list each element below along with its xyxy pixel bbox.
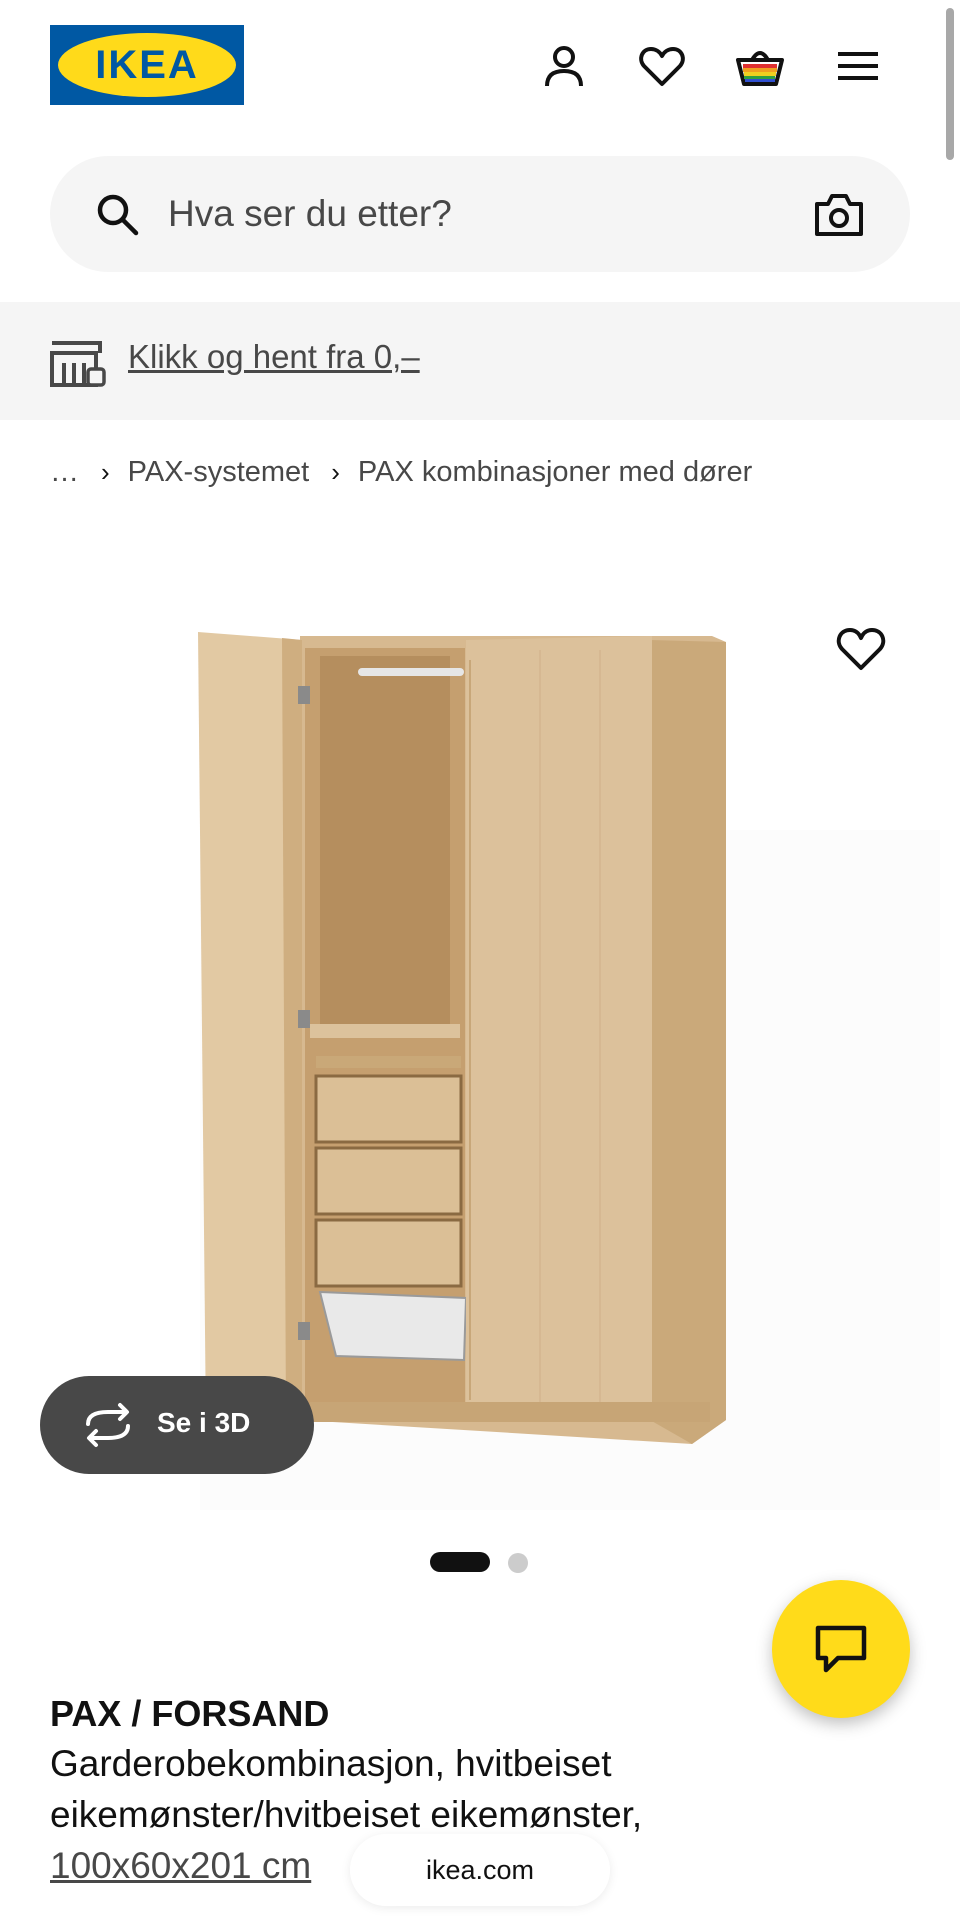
breadcrumb-item-pax-system[interactable]: PAX-systemet — [128, 456, 310, 489]
rotate-3d-icon — [80, 1402, 136, 1448]
breadcrumb-item-pax-combinations[interactable]: PAX kombinasjoner med dører — [358, 456, 752, 489]
breadcrumb-ellipsis[interactable]: … — [50, 456, 79, 489]
pagination-dot[interactable] — [508, 1553, 528, 1573]
search-bar — [50, 156, 910, 272]
profile-icon[interactable] — [538, 40, 590, 92]
view-in-3d-label: Se i 3D — [157, 1407, 251, 1438]
favourite-heart-icon[interactable] — [834, 622, 888, 676]
pagination-dot-active[interactable] — [430, 1552, 490, 1572]
breadcrumb: … › PAX-systemet › PAX kombinasjoner med… — [50, 452, 752, 492]
product-description-line-2: eikemønster/hvitbeiset eikemønster, — [50, 1794, 643, 1835]
gallery-pagination — [0, 1552, 960, 1574]
store-pickup-icon — [50, 339, 106, 387]
logo-text: IKEA — [95, 43, 199, 87]
chat-bubble-icon — [815, 1625, 867, 1673]
camera-search-icon[interactable] — [814, 190, 864, 238]
favourites-heart-icon[interactable] — [636, 40, 688, 92]
search-input[interactable] — [168, 184, 728, 244]
product-description-line-1: Garderobekombinasjon, hvitbeiset — [50, 1743, 612, 1784]
hamburger-menu-icon[interactable] — [832, 40, 884, 92]
click-collect-link[interactable]: Klikk og hent fra 0,– — [128, 338, 420, 376]
search-icon[interactable] — [94, 191, 140, 237]
click-collect-banner: Klikk og hent fra 0,– — [0, 302, 960, 420]
site-header: IKEA — [0, 0, 960, 140]
view-in-3d-button[interactable]: Se i 3D — [40, 1376, 314, 1474]
browser-url-pill[interactable]: ikea.com — [350, 1834, 610, 1906]
ikea-logo[interactable]: IKEA — [50, 25, 244, 105]
product-name: PAX / FORSAND — [50, 1693, 330, 1734]
shopping-bag-icon[interactable] — [734, 40, 786, 92]
chevron-right-icon: › — [331, 456, 340, 487]
chevron-right-icon: › — [101, 456, 110, 487]
